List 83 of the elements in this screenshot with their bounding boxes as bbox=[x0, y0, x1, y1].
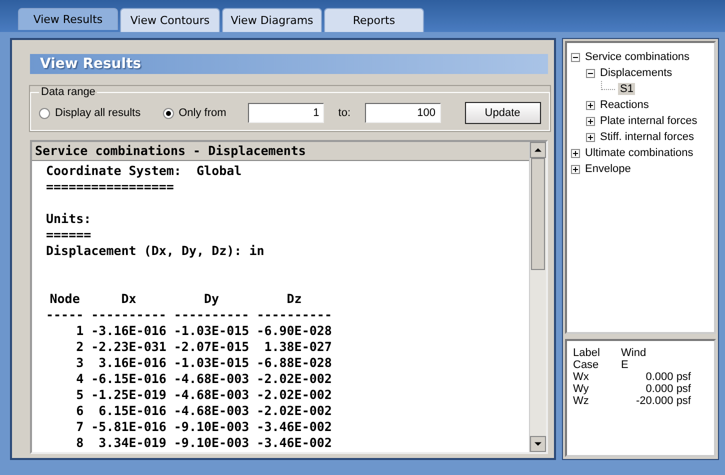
table-cell: -9.10E-003 bbox=[174, 419, 250, 435]
to-field[interactable]: 100 bbox=[364, 103, 441, 123]
table-cell-text: 6 bbox=[75, 403, 84, 419]
report-line: ================= bbox=[46, 179, 175, 195]
table-cell: -2.07E-015 bbox=[174, 339, 250, 355]
tree-item[interactable]: Reactions bbox=[598, 99, 651, 111]
table-cell-text: 2 bbox=[75, 339, 84, 355]
expand-icon[interactable] bbox=[571, 148, 580, 158]
table-cell: -6.90E-028 bbox=[256, 323, 332, 339]
column-header: Dz bbox=[286, 291, 303, 307]
expand-icon[interactable] bbox=[586, 100, 595, 110]
tree-item[interactable]: Envelope bbox=[583, 163, 633, 175]
tree-item[interactable]: Displacements bbox=[598, 67, 674, 79]
table-cell: -2.02E-002 bbox=[256, 371, 332, 387]
tree-item[interactable]: Service combinations bbox=[583, 51, 692, 63]
table-cell: -2.23E-031 bbox=[91, 339, 166, 355]
table-cell: -3.46E-002 bbox=[256, 435, 332, 451]
property-value: -20.000 psf bbox=[634, 395, 691, 407]
tree-item[interactable]: Ultimate combinations bbox=[583, 147, 696, 159]
tab[interactable]: View Contours bbox=[120, 8, 220, 32]
tab[interactable]: View Results bbox=[18, 8, 118, 30]
to-label: to: bbox=[338, 107, 351, 119]
property-label: Wz bbox=[573, 395, 590, 407]
table-cell-text: 8 bbox=[75, 435, 84, 451]
property-value: 0.000 psf bbox=[644, 383, 691, 395]
tree-item[interactable]: Stiff. internal forces bbox=[598, 131, 696, 143]
property-label: Case bbox=[573, 359, 600, 371]
table-cell: -1.03E-015 bbox=[174, 355, 250, 371]
table-cell-text: 4 bbox=[75, 371, 84, 387]
table-cell: -4.68E-003 bbox=[174, 403, 250, 419]
expand-icon[interactable] bbox=[571, 164, 580, 174]
property-label: Wx bbox=[573, 371, 590, 383]
group-label: Data range bbox=[40, 86, 96, 98]
panel-title: View Results bbox=[30, 54, 548, 74]
collapse-icon[interactable] bbox=[586, 68, 595, 78]
tree-item[interactable]: Plate internal forces bbox=[598, 115, 700, 127]
table-cell: -2.02E-002 bbox=[256, 387, 332, 403]
tab[interactable]: View Diagrams bbox=[222, 8, 322, 32]
radio-option[interactable]: Display all results bbox=[39, 107, 141, 119]
table-cell: -6.15E-016 bbox=[91, 371, 166, 387]
table-cell: -5.81E-016 bbox=[91, 419, 166, 435]
update-button[interactable]: Update bbox=[464, 102, 541, 124]
column-header: Dx bbox=[120, 291, 138, 307]
scroll-down-icon[interactable] bbox=[530, 436, 546, 452]
radio-option[interactable]: Only from bbox=[162, 107, 226, 119]
table-cell: -1.25E-019 bbox=[91, 387, 166, 403]
table-cell-text: 1 bbox=[75, 323, 84, 339]
table-cell: -2.02E-002 bbox=[256, 403, 332, 419]
tab[interactable]: Reports bbox=[324, 8, 424, 32]
table-cell-text: 3.16E-016 bbox=[98, 355, 166, 371]
collapse-icon[interactable] bbox=[571, 52, 580, 62]
scrollbar-thumb[interactable] bbox=[531, 158, 545, 270]
table-cell-text: 1.38E-027 bbox=[263, 339, 332, 355]
property-value: 0.000 psf bbox=[644, 371, 691, 383]
expand-icon[interactable] bbox=[586, 132, 595, 142]
expand-icon[interactable] bbox=[586, 116, 595, 126]
report-line: Units: bbox=[46, 211, 92, 227]
table-cell-text: 6.15E-016 bbox=[98, 403, 166, 419]
property-label: Label bbox=[573, 347, 601, 359]
table-cell: -9.10E-003 bbox=[174, 435, 250, 451]
tree-item[interactable]: S1 bbox=[618, 83, 636, 95]
table-cell: -4.68E-003 bbox=[174, 387, 250, 403]
table-cell: -1.03E-015 bbox=[174, 323, 250, 339]
report-title: Service combinations - Displacements bbox=[32, 142, 529, 161]
property-value: E bbox=[621, 359, 630, 371]
table-cell: -3.16E-016 bbox=[91, 323, 166, 339]
column-header: Dy bbox=[203, 291, 220, 307]
scroll-up-icon[interactable] bbox=[530, 142, 546, 158]
from-field[interactable]: 1 bbox=[248, 103, 324, 123]
column-header: Node bbox=[48, 291, 81, 307]
table-rule: ----- ---------- ---------- ---------- bbox=[46, 307, 333, 323]
property-label: Wy bbox=[573, 383, 590, 395]
report-line: ====== bbox=[46, 227, 92, 243]
table-cell-text: 7 bbox=[75, 419, 84, 435]
table-cell: -3.46E-002 bbox=[256, 419, 332, 435]
report-line: Coordinate System: Global bbox=[46, 163, 243, 179]
table-cell-text: 3 bbox=[75, 355, 84, 371]
table-cell: -6.88E-028 bbox=[256, 355, 332, 371]
table-cell: -4.68E-003 bbox=[174, 371, 250, 387]
table-cell-text: 3.34E-019 bbox=[98, 435, 166, 451]
property-value: Wind bbox=[621, 347, 648, 359]
table-cell-text: 5 bbox=[75, 387, 84, 403]
report-line: Displacement (Dx, Dy, Dz): in bbox=[46, 243, 266, 259]
